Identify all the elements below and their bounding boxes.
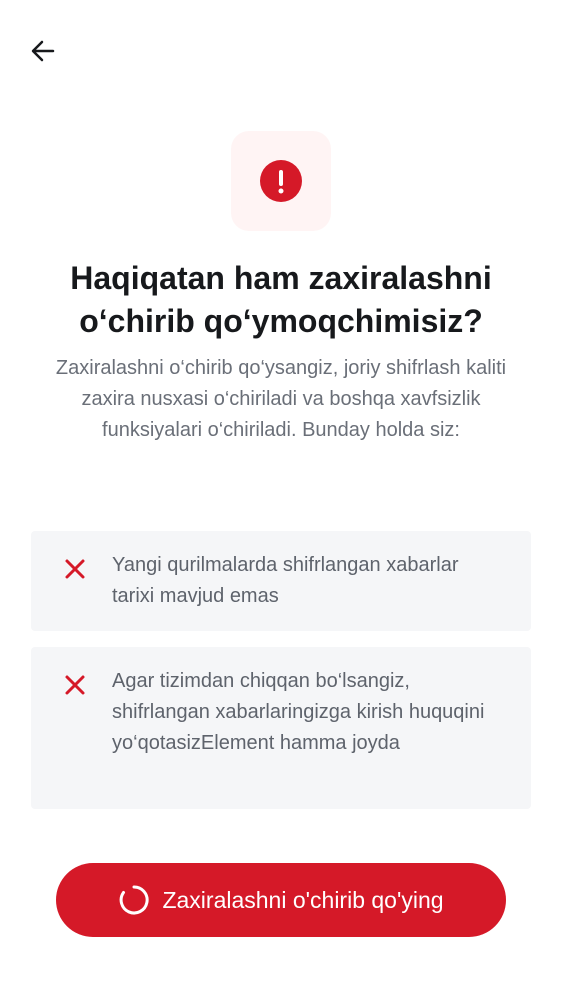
warning-text: Agar tizimdan chiqqan bo‘lsangiz, shifrl… (112, 670, 485, 754)
warning-text: Yangi qurilmalarda shifrlangan xabarlar … (112, 554, 459, 607)
arrow-left-icon (31, 40, 55, 62)
disable-backup-button[interactable]: Zaxiralashni o'chirib qo'ying (56, 863, 506, 937)
close-x-icon (65, 675, 85, 695)
loading-spinner-icon (120, 885, 150, 915)
exclamation-circle-icon (260, 160, 302, 202)
dialog-title: Haqiqatan ham zaxiralashni o‘chirib qo‘y… (70, 260, 492, 339)
dialog-description: Zaxiralashni o‘chirib qo‘ysangiz, joriy … (55, 357, 507, 441)
disable-backup-button-label: Zaxiralashni o'chirib qo'ying (162, 887, 444, 913)
warning-card-history: Yangi qurilmalarda shifrlangan xabarlar … (31, 531, 531, 631)
back-button[interactable] (22, 30, 64, 72)
alert-icon-container (231, 131, 331, 231)
close-x-icon (65, 559, 85, 579)
warning-card-access: Agar tizimdan chiqqan bo‘lsangiz, shifrl… (31, 647, 531, 809)
exclamation-mark-icon (278, 170, 284, 194)
